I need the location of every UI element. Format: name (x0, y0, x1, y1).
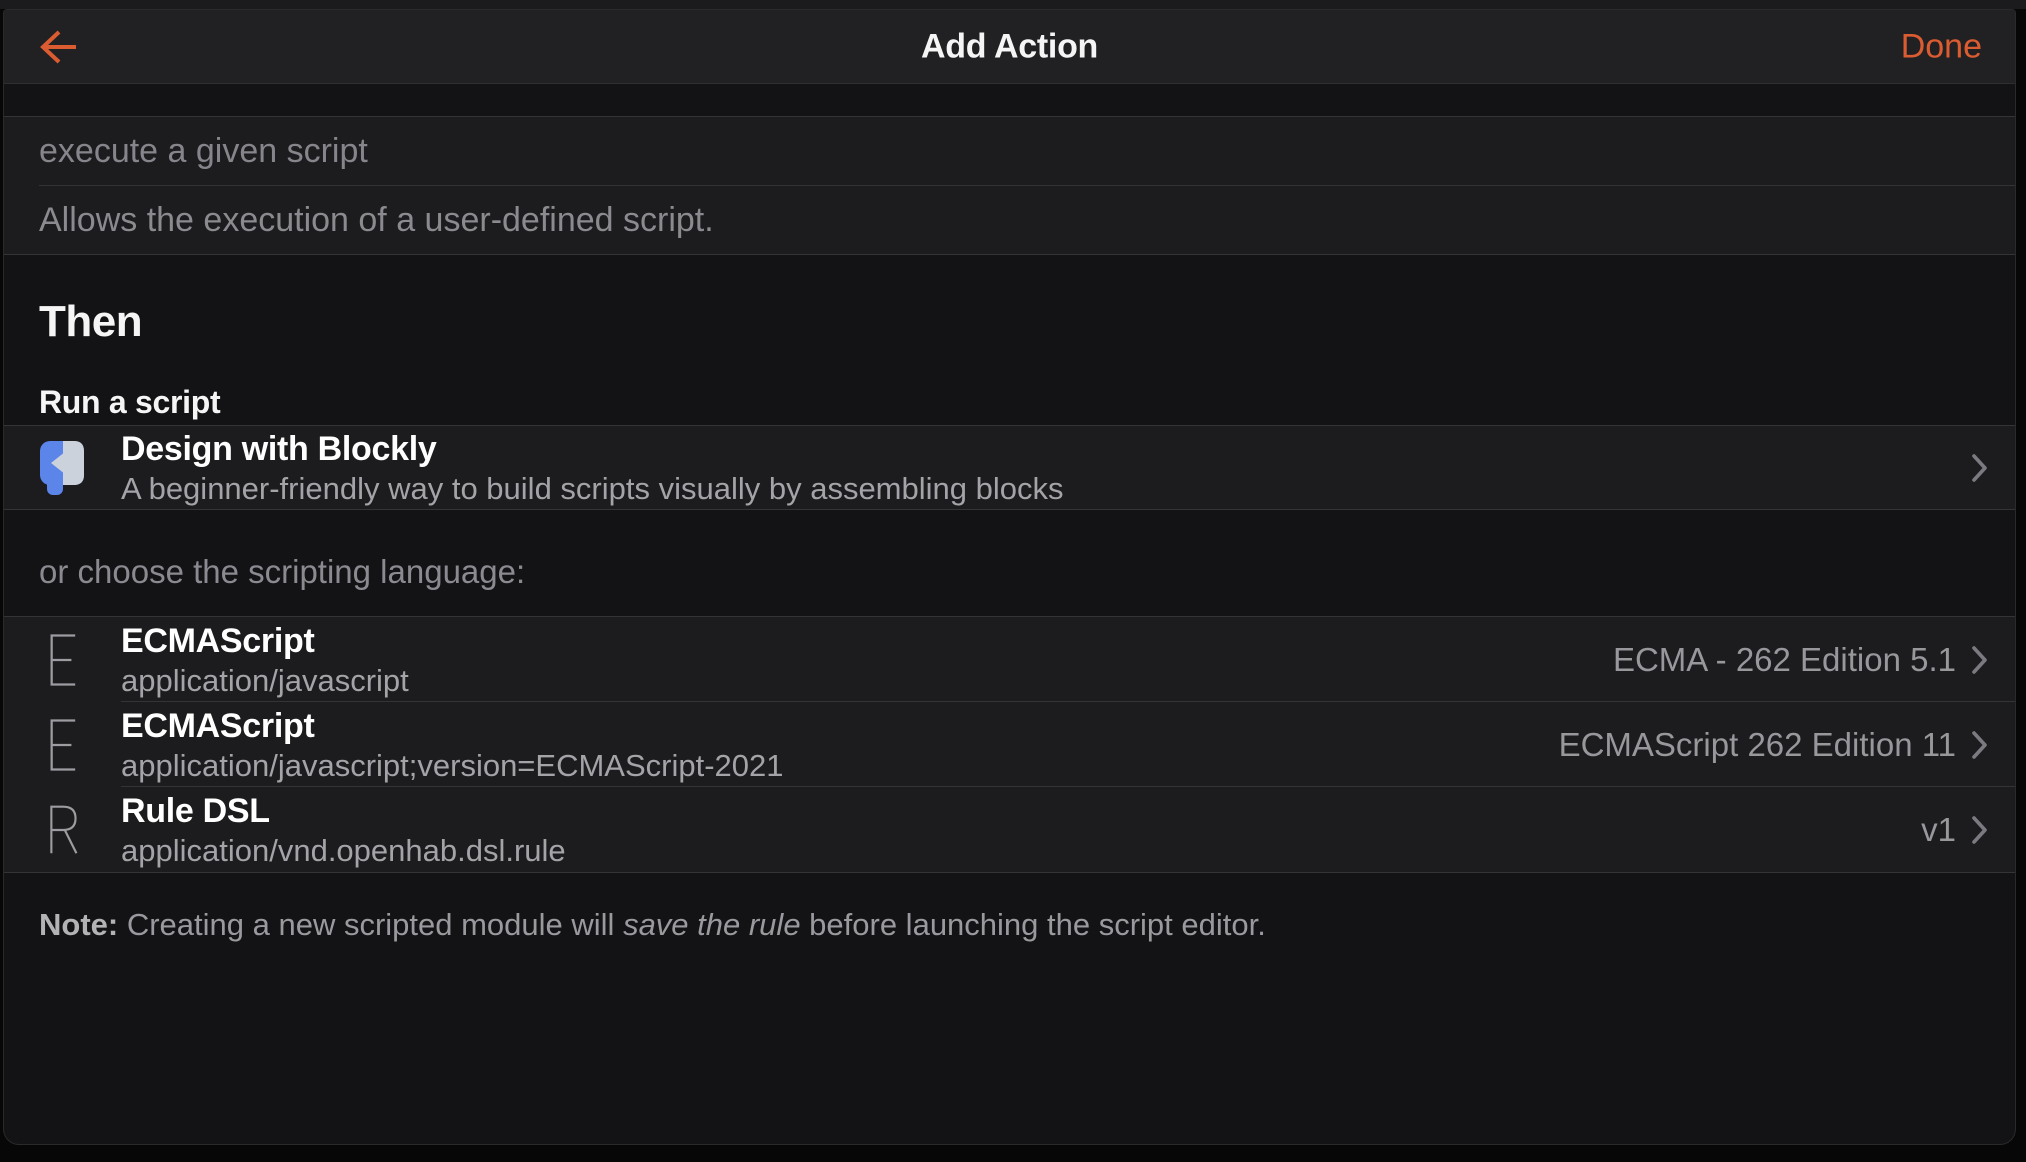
language-mime: application/javascript;version=ECMAScrip… (121, 747, 784, 783)
language-title: ECMAScript (121, 706, 315, 745)
chevron-right-icon (1972, 453, 1987, 482)
language-item-rule-dsl[interactable]: Rule DSL application/vnd.openhab.dsl.rul… (4, 786, 2015, 872)
language-item-ecmascript-2021[interactable]: ECMAScript application/javascript;versio… (4, 701, 2015, 787)
blockly-item-title: Design with Blockly (121, 429, 437, 468)
add-action-popup: Add Action Done execute a given script A… (3, 9, 2016, 1145)
page-title: Add Action (920, 27, 1099, 65)
letter-E-icon (39, 717, 85, 773)
note-after: before launching the script editor. (800, 907, 1266, 942)
search-input[interactable]: execute a given script (4, 117, 2015, 185)
blockly-list: Design with Blockly A beginner-friendly … (4, 425, 2015, 510)
note-label: Note: (39, 907, 119, 942)
action-description-text: Allows the execution of a user-defined s… (39, 200, 714, 239)
note-before: Creating a new scripted module will (118, 907, 624, 942)
blockly-item-subtitle: A beginner-friendly way to build scripts… (121, 470, 1064, 506)
language-version: v1 (1921, 810, 1956, 848)
letter-R-icon (39, 802, 85, 858)
language-version: ECMAScript 262 Edition 11 (1558, 725, 1956, 763)
language-title: ECMAScript (121, 621, 315, 660)
then-heading: Then (39, 297, 143, 346)
search-description-list: execute a given script Allows the execut… (4, 116, 2015, 255)
navbar-spacer (4, 84, 2015, 116)
back-arrow-icon (34, 26, 80, 68)
run-a-script-title: Run a script (39, 384, 221, 420)
navbar: Add Action Done (4, 10, 2015, 84)
language-item-ecmascript-5[interactable]: ECMAScript application/javascript ECMA -… (4, 617, 2015, 702)
language-list: ECMAScript application/javascript ECMA -… (4, 616, 2015, 873)
letter-E-icon (39, 632, 85, 688)
blockly-icon (39, 440, 85, 496)
action-description-row: Allows the execution of a user-defined s… (4, 186, 2015, 254)
language-version: ECMA - 262 Edition 5.1 (1612, 640, 1956, 678)
done-button[interactable]: Done (1901, 27, 1982, 66)
back-button[interactable] (4, 26, 80, 68)
chevron-right-icon (1972, 645, 1987, 674)
note-text: Note: Creating a new scripted module wil… (39, 905, 1980, 945)
language-mime: application/javascript (121, 662, 409, 698)
design-with-blockly-item[interactable]: Design with Blockly A beginner-friendly … (4, 426, 2015, 509)
chevron-right-icon (1972, 730, 1987, 759)
page-background-edge (0, 0, 2026, 9)
note-italic: save the rule (623, 907, 801, 942)
chevron-right-icon (1972, 815, 1987, 844)
language-title: Rule DSL (121, 791, 270, 830)
choose-language-label: or choose the scripting language: (39, 553, 526, 590)
language-mime: application/vnd.openhab.dsl.rule (121, 832, 566, 868)
search-query-text: execute a given script (39, 131, 368, 170)
